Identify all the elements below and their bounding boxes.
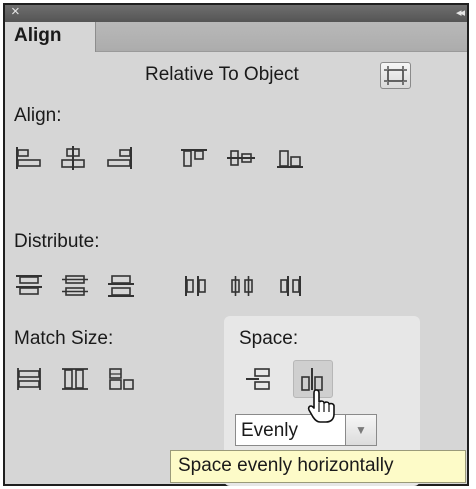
align-horizontal-center-button[interactable]: [58, 145, 88, 171]
align-bottom-edge-button[interactable]: [275, 145, 305, 171]
relative-to-object-icon: [384, 66, 407, 85]
panel-titlebar: × ◂◂: [5, 5, 467, 22]
space-mode-value: Evenly: [241, 420, 299, 441]
align-section-label: Align:: [14, 105, 62, 126]
align-vertical-center-icon: [227, 150, 255, 166]
distribute-vertical-center-button[interactable]: [60, 273, 90, 299]
distribute-right-edge-icon: [280, 276, 301, 296]
close-icon[interactable]: ×: [11, 5, 20, 20]
align-top-edge-button[interactable]: [179, 145, 209, 171]
relative-to-object-button[interactable]: [380, 62, 411, 89]
match-height-icon: [62, 368, 88, 390]
align-right-edge-button[interactable]: [104, 145, 134, 171]
space-mode-dropdown-button[interactable]: ▼: [345, 414, 377, 446]
align-right-edge-icon: [107, 147, 132, 169]
collapse-icon[interactable]: ◂◂: [456, 6, 465, 19]
relative-to-object-label: Relative To Object: [145, 64, 299, 85]
align-bottom-edge-icon: [277, 150, 303, 168]
space-section-label: Space:: [239, 328, 299, 349]
space-evenly-vertically-icon: [246, 368, 270, 390]
match-width-and-height-icon: [109, 368, 134, 390]
distribute-bottom-edge-icon: [108, 275, 134, 297]
match-width-and-height-button[interactable]: [106, 366, 136, 392]
distribute-section-label: Distribute:: [14, 231, 100, 252]
distribute-top-edge-icon: [16, 275, 42, 295]
match-width-button[interactable]: [14, 366, 44, 392]
distribute-left-edge-button[interactable]: [181, 273, 211, 299]
distribute-horizontal-center-icon: [231, 276, 253, 296]
space-evenly-vertically-button[interactable]: [243, 366, 273, 392]
distribute-vertical-center-icon: [62, 275, 88, 296]
match-height-button[interactable]: [60, 366, 90, 392]
match-size-section-label: Match Size:: [14, 328, 114, 349]
match-width-icon: [17, 368, 41, 390]
tab-align[interactable]: Align: [5, 22, 96, 52]
distribute-horizontal-center-button[interactable]: [228, 273, 258, 299]
distribute-right-edge-button[interactable]: [275, 273, 305, 299]
tab-strip: Align: [5, 22, 467, 52]
chevron-down-icon: ▼: [355, 423, 367, 437]
align-vertical-center-button[interactable]: [226, 145, 256, 171]
align-top-edge-icon: [181, 149, 207, 167]
distribute-bottom-edge-button[interactable]: [106, 273, 136, 299]
tooltip: Space evenly horizontally: [170, 450, 466, 483]
tooltip-text: Space evenly horizontally: [178, 455, 394, 476]
align-horizontal-center-icon: [61, 146, 85, 170]
hand-pointer-cursor-icon: [307, 389, 335, 423]
align-left-edge-button[interactable]: [14, 145, 44, 171]
distribute-left-edge-icon: [185, 276, 206, 296]
align-left-edge-icon: [16, 147, 41, 169]
distribute-top-edge-button[interactable]: [14, 273, 44, 299]
